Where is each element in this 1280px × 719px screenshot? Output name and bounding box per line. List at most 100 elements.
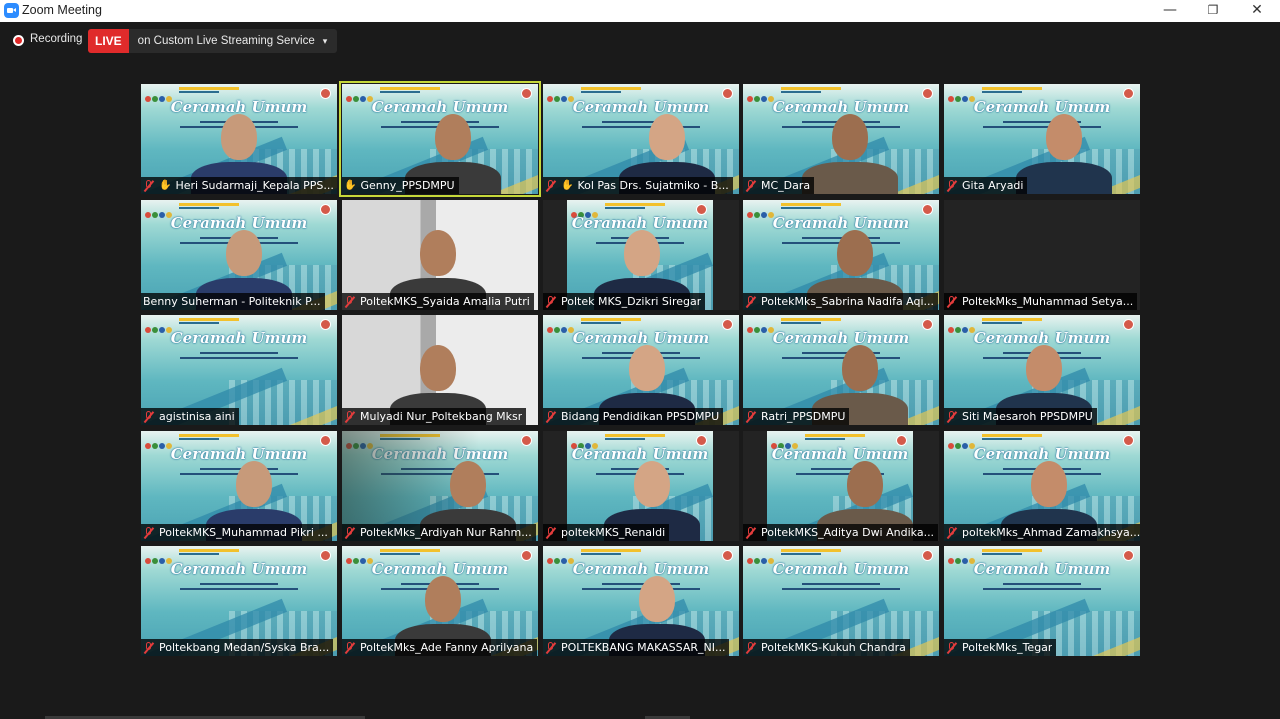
participant-nameplate: PoltekMks_Ardiyah Nur Rahm... xyxy=(342,524,536,541)
mic-muted-icon xyxy=(344,410,355,423)
participant-tile[interactable]: Ceramah Umum Poltek MKS_Dzikri Siregar xyxy=(543,200,739,310)
participant-nameplate: poltekMKS_Renaldi xyxy=(543,524,670,541)
participant-nameplate: Poltek MKS_Dzikri Siregar xyxy=(543,293,706,310)
participant-tile[interactable]: Ceramah Umum Ratri_PPSDMPU xyxy=(743,315,939,425)
participant-tile[interactable]: Ceramah Umum poltekMKS_Renaldi xyxy=(543,431,739,541)
participant-name: Genny_PPSDMPU xyxy=(360,179,455,192)
chevron-down-icon: ▾ xyxy=(322,36,328,46)
participant-tile[interactable]: PoltekMKS_Syaida Amalia Putri xyxy=(342,200,538,310)
participant-face xyxy=(634,461,670,507)
mic-muted-icon xyxy=(143,641,154,654)
slide-title: Ceramah Umum xyxy=(571,445,709,463)
mic-muted-icon xyxy=(545,179,556,192)
mic-muted-icon xyxy=(545,641,556,654)
slide-title: Ceramah Umum xyxy=(572,329,710,347)
window-title-bar[interactable]: Zoom Meeting — ❐ ✕ xyxy=(0,0,1280,22)
mic-muted-icon xyxy=(545,526,556,539)
participant-face xyxy=(435,114,471,160)
participant-tile[interactable]: Ceramah Umum poltekMks_Ahmad Zamakhsya..… xyxy=(944,431,1140,541)
participant-nameplate: PoltekMKS-Kukuh Chandra xyxy=(743,639,910,656)
participant-tile[interactable]: Ceramah Umum Siti Maesaroh PPSDMPU xyxy=(944,315,1140,425)
slide-title: Ceramah Umum xyxy=(572,560,710,578)
participant-nameplate: Mulyadi Nur_Poltekbang Mksr xyxy=(342,408,527,425)
participant-nameplate: poltekMks_Ahmad Zamakhsya... xyxy=(944,524,1140,541)
live-badge: LIVE xyxy=(88,29,129,53)
restore-icon[interactable]: ❐ xyxy=(1191,0,1235,22)
live-service-dropdown[interactable]: on Custom Live Streaming Service ▾ xyxy=(128,29,338,53)
pin-icon: ✋ xyxy=(561,180,574,191)
participant-name: PoltekMKS_Syaida Amalia Putri xyxy=(360,295,530,308)
participant-name: Benny Suherman - Politeknik P... xyxy=(143,295,321,308)
participant-nameplate: PoltekMKS_Aditya Dwi Andika... xyxy=(743,524,939,541)
participant-nameplate: ✋ Kol Pas Drs. Sujatmiko - B... xyxy=(543,177,733,194)
participant-tile[interactable]: Ceramah Umum ✋ Kol Pas Drs. Sujatmiko - B… xyxy=(543,84,739,194)
participant-face xyxy=(1031,461,1067,507)
participant-name: agistinisa aini xyxy=(159,410,235,423)
participant-tile[interactable]: Ceramah Umum Poltekbang Medan/Syska Bra.… xyxy=(141,546,337,656)
participant-nameplate: Ratri_PPSDMPU xyxy=(743,408,850,425)
participant-face xyxy=(832,114,868,160)
participant-nameplate: ✋ Genny_PPSDMPU xyxy=(342,177,459,194)
participant-face xyxy=(420,230,456,276)
participant-face xyxy=(842,345,878,391)
participant-tile[interactable]: Ceramah Umum PoltekMKS_Muhammad Pikri ..… xyxy=(141,431,337,541)
mic-muted-icon xyxy=(143,179,154,192)
participant-tile[interactable]: Ceramah Umum MC_Dara xyxy=(743,84,939,194)
participant-face xyxy=(847,461,883,507)
participant-nameplate: Poltekbang Medan/Syska Bra... xyxy=(141,639,334,656)
minimize-icon[interactable]: — xyxy=(1148,0,1192,22)
participant-tile[interactable]: Ceramah Umum ✋ Genny_PPSDMPU xyxy=(339,81,541,197)
participant-tile[interactable]: PoltekMks_Muhammad Setya... xyxy=(944,200,1140,310)
live-service-label: on Custom Live Streaming Service xyxy=(137,35,315,47)
participant-nameplate: POLTEKBANG MAKASSAR_NI... xyxy=(543,639,730,656)
slide-title: Ceramah Umum xyxy=(170,560,308,578)
recording-label[interactable]: Recording xyxy=(30,33,82,45)
participant-name: Heri Sudarmaji_Kepala PPS... xyxy=(175,179,334,192)
slide-title: Ceramah Umum xyxy=(371,98,509,116)
mic-muted-icon xyxy=(745,410,756,423)
participant-nameplate: MC_Dara xyxy=(743,177,815,194)
participant-tile[interactable]: Ceramah Umum PoltekMks_Ardiyah Nur Rahm.… xyxy=(342,431,538,541)
participant-tile[interactable]: Ceramah Umum ✋ Heri Sudarmaji_Kepala PPS.… xyxy=(141,84,337,194)
mic-muted-icon xyxy=(946,295,957,308)
participant-tile[interactable]: Ceramah Umum PoltekMks_Sabrina Nadifa Aq… xyxy=(743,200,939,310)
participant-name: PoltekMks_Tegar xyxy=(962,641,1053,654)
participant-tile[interactable]: Ceramah Umum PoltekMKS_Aditya Dwi Andika… xyxy=(743,431,939,541)
participant-name: PoltekMks_Ade Fanny Aprilyana xyxy=(360,641,534,654)
participant-tile[interactable]: Ceramah Umum PoltekMKS-Kukuh Chandra xyxy=(743,546,939,656)
participant-tile[interactable]: Mulyadi Nur_Poltekbang Mksr xyxy=(342,315,538,425)
live-streaming-control[interactable]: LIVE on Custom Live Streaming Service ▾ xyxy=(88,29,338,53)
participant-face xyxy=(221,114,257,160)
slide-title: Ceramah Umum xyxy=(772,329,910,347)
slide-title: Ceramah Umum xyxy=(170,329,308,347)
participant-name: Gita Aryadi xyxy=(962,179,1024,192)
mic-muted-icon xyxy=(946,641,957,654)
participant-face xyxy=(1026,345,1062,391)
slide-title: Ceramah Umum xyxy=(973,445,1111,463)
close-icon[interactable]: ✕ xyxy=(1235,0,1279,22)
participant-tile[interactable]: Ceramah Umum POLTEKBANG MAKASSAR_NI... xyxy=(543,546,739,656)
recording-icon xyxy=(13,35,24,46)
participant-tile[interactable]: Ceramah Umum agistinisa aini xyxy=(141,315,337,425)
participant-tile[interactable]: Ceramah Umum Gita Aryadi xyxy=(944,84,1140,194)
participant-nameplate: PoltekMks_Muhammad Setya... xyxy=(944,293,1138,310)
participant-nameplate: Benny Suherman - Politeknik P... xyxy=(141,293,325,310)
participant-tile[interactable]: Ceramah Umum Benny Suherman - Politeknik… xyxy=(141,200,337,310)
participant-body xyxy=(1016,162,1112,194)
slide-title: Ceramah Umum xyxy=(170,214,308,232)
participant-face xyxy=(639,576,675,622)
slide-title: Ceramah Umum xyxy=(170,445,308,463)
participant-nameplate: PoltekMks_Tegar xyxy=(944,639,1057,656)
mic-muted-icon xyxy=(745,641,756,654)
participant-tile[interactable]: Ceramah Umum Bidang Pendidikan PPSDMPU xyxy=(543,315,739,425)
participant-tile[interactable]: Ceramah Umum PoltekMks_Tegar xyxy=(944,546,1140,656)
mic-muted-icon xyxy=(745,179,756,192)
participant-name: PoltekMKS-Kukuh Chandra xyxy=(761,641,906,654)
participant-nameplate: PoltekMks_Ade Fanny Aprilyana xyxy=(342,639,538,656)
slide-title: Ceramah Umum xyxy=(772,214,910,232)
participant-tile[interactable]: Ceramah Umum PoltekMks_Ade Fanny Aprilya… xyxy=(342,546,538,656)
mic-muted-icon xyxy=(344,641,355,654)
participant-name: Kol Pas Drs. Sujatmiko - B... xyxy=(577,179,729,192)
participant-face xyxy=(624,230,660,276)
participant-nameplate: agistinisa aini xyxy=(141,408,239,425)
